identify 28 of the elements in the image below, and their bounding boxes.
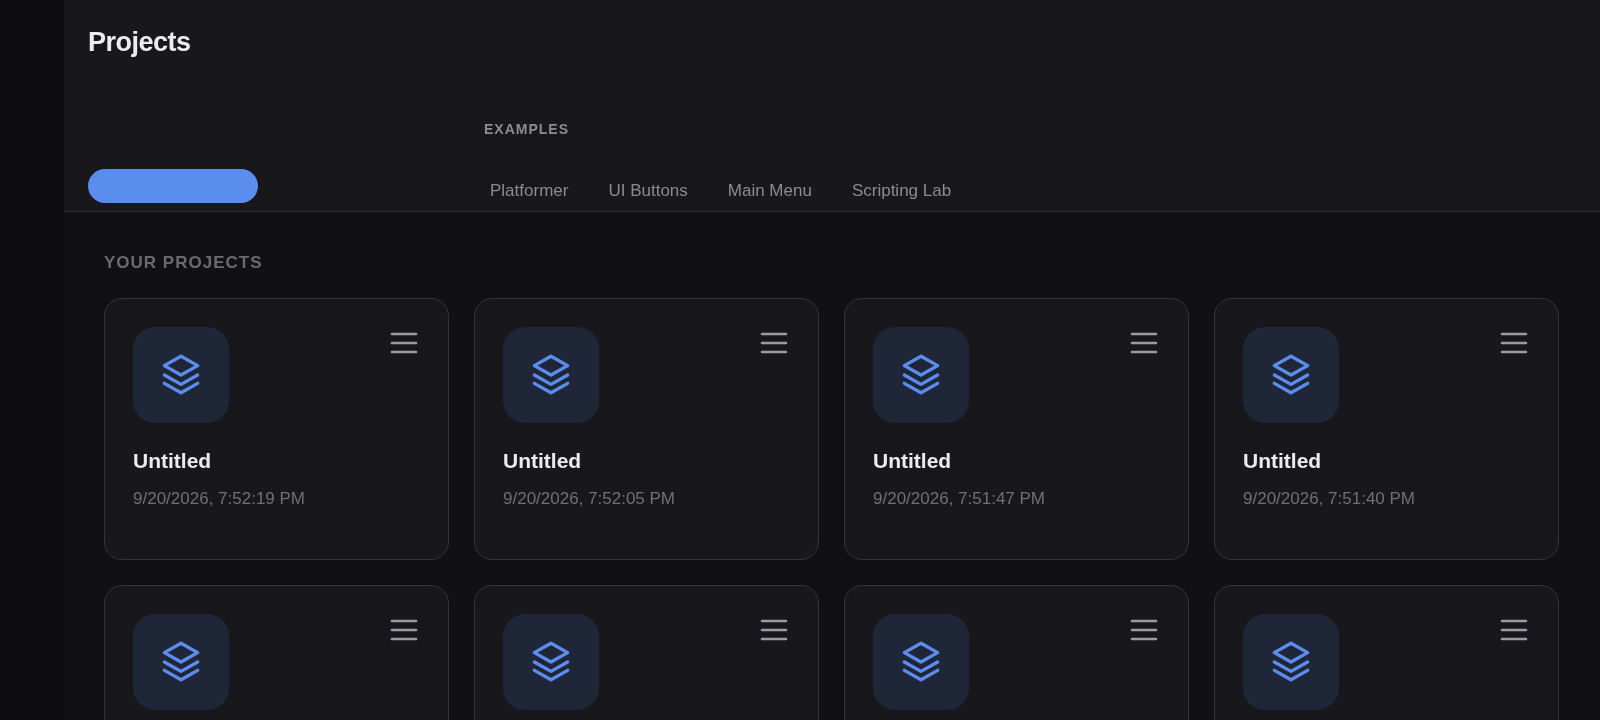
project-card[interactable]: Untitled 9/20/2026, 7:52:05 PM xyxy=(474,297,819,560)
example-link[interactable]: Scripting Lab xyxy=(851,177,952,203)
example-link[interactable]: Platformer xyxy=(490,177,569,203)
project-card[interactable]: Untitled 9/20/2026, 7:52:19 PM xyxy=(104,297,449,560)
project-date: 9/20/2026, 7:51:40 PM xyxy=(1243,488,1417,510)
section-label: EXAMPLES xyxy=(484,119,570,139)
menu-icon[interactable] xyxy=(390,330,418,355)
pill-button[interactable] xyxy=(88,169,258,203)
menu-icon[interactable] xyxy=(1130,617,1158,642)
page-title: Projects xyxy=(88,26,191,59)
project-title: Untitled xyxy=(503,447,583,474)
section-label: YOUR PROJECTS xyxy=(104,252,264,274)
project-date: 9/20/2026, 7:52:19 PM xyxy=(133,488,307,510)
menu-icon[interactable] xyxy=(1500,617,1528,642)
project-card[interactable]: Untitled 9/20/2026, 7:51:47 PM xyxy=(844,297,1189,560)
menu-icon[interactable] xyxy=(1500,330,1528,355)
example-link[interactable]: Main Menu xyxy=(727,177,812,203)
example-link[interactable]: UI Buttons xyxy=(608,177,688,203)
project-title: Untitled xyxy=(1243,447,1323,474)
project-date: 9/20/2026, 7:51:47 PM xyxy=(873,488,1047,510)
menu-icon[interactable] xyxy=(1130,330,1158,355)
menu-icon[interactable] xyxy=(760,330,788,355)
menu-icon[interactable] xyxy=(760,617,788,642)
project-date: 9/20/2026, 7:52:05 PM xyxy=(503,488,677,510)
project-title: Untitled xyxy=(873,447,953,474)
project-card[interactable]: Untitled 9/20/2026, 7:51:40 PM xyxy=(1214,297,1559,560)
menu-icon[interactable] xyxy=(390,617,418,642)
project-title: Untitled xyxy=(133,447,213,474)
